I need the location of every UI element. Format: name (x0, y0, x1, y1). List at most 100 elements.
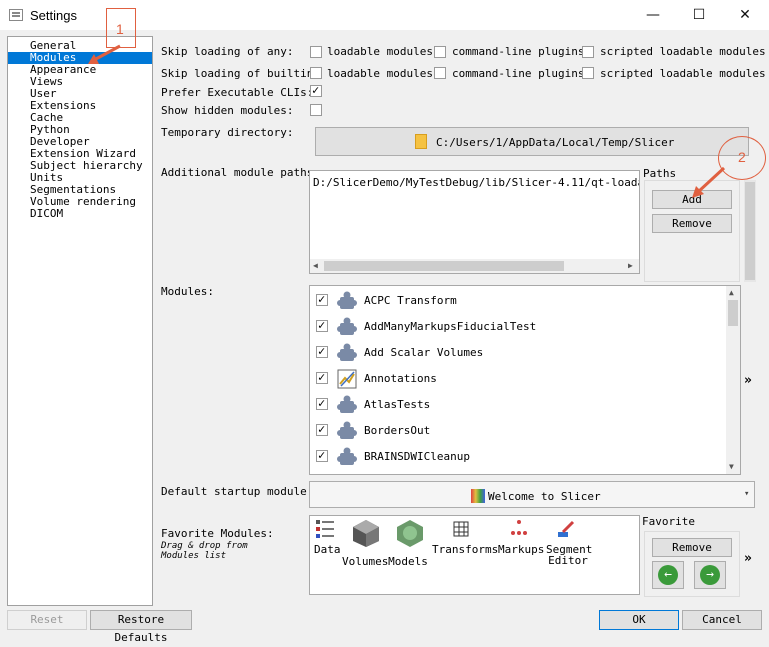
module-checkbox[interactable] (316, 292, 328, 306)
chevron-down-icon: ▾ (744, 489, 750, 499)
prefer-cli-checkbox[interactable] (310, 83, 322, 97)
module-name: AddManyMarkupsFiducialTest (364, 320, 537, 333)
remove-favorite-button[interactable]: Remove (652, 538, 732, 557)
paths-horizontal-scrollbar[interactable]: ◀ ▶ (310, 259, 639, 273)
expand-favorites-icon[interactable]: » (744, 551, 752, 566)
segment-editor-module-icon (555, 518, 577, 543)
annotation-arrow-2 (692, 166, 726, 198)
module-row[interactable]: BRAINSDWICleanup (314, 446, 724, 466)
settings-category-list[interactable]: General Modules Appearance Views User Extensi… (7, 36, 153, 606)
module-row[interactable]: Add Scalar Volumes (314, 342, 724, 362)
module-row[interactable]: AtlasTests (314, 394, 724, 414)
module-checkbox[interactable] (316, 422, 328, 436)
markups-module-icon (508, 518, 530, 543)
window-title: Settings (30, 8, 77, 23)
module-row[interactable]: AddManyMarkupsFiducialTest (314, 316, 724, 336)
minimize-button[interactable]: — (630, 0, 676, 30)
settings-app-icon (9, 9, 23, 21)
annotation-number-1: 1 (116, 21, 124, 37)
default-startup-select[interactable]: Welcome to Slicer ▾ (309, 481, 755, 508)
scroll-down-icon[interactable]: ▼ (729, 462, 734, 471)
paths-vertical-scroll-thumb[interactable] (745, 182, 755, 280)
restore-defaults-button[interactable]: Restore Defaults (90, 610, 192, 644)
modules-label: Modules: (161, 285, 214, 298)
expand-modules-icon[interactable]: » (744, 373, 752, 388)
annotation-number-2: 2 (738, 149, 746, 165)
volumes-module-icon (351, 518, 381, 551)
default-startup-label: Default startup module: (161, 485, 314, 498)
module-name: BordersOut (364, 424, 431, 437)
default-startup-value: Welcome to Slicer (488, 490, 601, 503)
paths-group-label: Paths (643, 167, 677, 180)
favorite-modules-label: Favorite Modules: (161, 527, 274, 540)
paths-vertical-scrollbar[interactable] (744, 180, 756, 282)
module-row[interactable]: Annotations (314, 368, 724, 389)
favorite-modules-area[interactable]: Data Volumes Models Transforms Markups Segmen… (309, 515, 640, 595)
skip-any-scripted-checkbox[interactable] (582, 46, 594, 58)
reset-button[interactable]: Reset (7, 610, 87, 630)
module-row[interactable]: BordersOut (314, 420, 724, 440)
folder-icon (415, 134, 427, 149)
skip-builtin-scripted-label: scripted loadable modules (600, 67, 766, 80)
paths-scroll-thumb[interactable] (324, 261, 564, 271)
module-checkbox[interactable] (316, 344, 328, 358)
temp-dir-label: Temporary directory: (161, 126, 294, 139)
close-button[interactable]: ✕ (722, 0, 768, 30)
puzzle-icon (336, 316, 358, 338)
additional-path-entry[interactable]: D:/SlicerDemo/MyTestDebug/lib/Slicer-4.1… (313, 176, 639, 189)
skip-builtin-loadable-checkbox[interactable] (310, 67, 322, 79)
module-name: Add Scalar Volumes (364, 346, 484, 359)
favorite-group-label: Favorite (642, 515, 695, 528)
favorite-modules-hint: Drag & drop from Modules list (161, 541, 248, 561)
maximize-button[interactable]: ☐ (676, 0, 722, 30)
skip-any-scripted-label: scripted loadable modules (600, 45, 766, 58)
arrow-right-icon: → (700, 565, 720, 585)
favorite-module-label: Volumes (342, 555, 389, 568)
module-row[interactable]: ACPC Transform (314, 290, 724, 310)
module-name: ACPC Transform (364, 294, 457, 307)
skip-builtin-cli-label: command-line plugins (452, 67, 585, 80)
additional-paths-list[interactable]: D:/SlicerDemo/MyTestDebug/lib/Slicer-4.1… (309, 170, 640, 274)
favorite-module-label: Markups (498, 543, 545, 556)
modules-vertical-scrollbar[interactable]: ▲ ▼ (726, 286, 740, 474)
module-checkbox[interactable] (316, 396, 328, 410)
skip-any-loadable-label: loadable modules (327, 45, 433, 58)
prefer-cli-label: Prefer Executable CLIs: (161, 86, 314, 99)
module-name: BRAINSDWICleanup (364, 450, 470, 463)
modules-scroll-thumb[interactable] (728, 300, 738, 326)
skip-builtin-scripted-checkbox[interactable] (582, 67, 594, 79)
puzzle-icon (336, 342, 358, 364)
skip-any-cli-checkbox[interactable] (434, 46, 446, 58)
additional-paths-label: Additional module paths: (161, 166, 320, 179)
module-name: AtlasTests (364, 398, 431, 411)
scroll-right-icon[interactable]: ▶ (628, 261, 633, 270)
annotation-arrow-1 (88, 44, 121, 64)
scroll-left-icon[interactable]: ◀ (313, 261, 318, 270)
puzzle-icon (336, 394, 358, 416)
move-left-button[interactable]: ← (652, 561, 684, 589)
show-hidden-checkbox[interactable] (310, 104, 322, 116)
favorite-module-label: Segment Editor (546, 543, 593, 567)
favorite-module-label: Data (314, 543, 341, 556)
temp-dir-button[interactable]: C:/Users/1/AppData/Local/Temp/Slicer (315, 127, 749, 156)
ok-button[interactable]: OK (599, 610, 679, 630)
favorite-module-label: Models (388, 555, 428, 568)
module-checkbox[interactable] (316, 318, 328, 332)
skip-any-loadable-checkbox[interactable] (310, 46, 322, 58)
arrow-left-icon: ← (658, 565, 678, 585)
skip-builtin-cli-checkbox[interactable] (434, 67, 446, 79)
modules-list[interactable]: ACPC Transform AddManyMarkupsFiducialTest… (309, 285, 741, 475)
puzzle-icon (336, 446, 358, 468)
module-checkbox[interactable] (316, 370, 328, 384)
skip-builtin-loadable-label: loadable modules (327, 67, 433, 80)
puzzle-icon (336, 420, 358, 442)
sidebar-item-dicom[interactable]: DICOM (8, 208, 152, 220)
slicer-logo-icon (471, 489, 485, 503)
remove-path-button[interactable]: Remove (652, 214, 732, 233)
move-right-button[interactable]: → (694, 561, 726, 589)
models-module-icon (395, 518, 425, 551)
module-checkbox[interactable] (316, 448, 328, 462)
scroll-up-icon[interactable]: ▲ (729, 288, 734, 297)
show-hidden-label: Show hidden modules: (161, 104, 294, 117)
cancel-button[interactable]: Cancel (682, 610, 762, 630)
